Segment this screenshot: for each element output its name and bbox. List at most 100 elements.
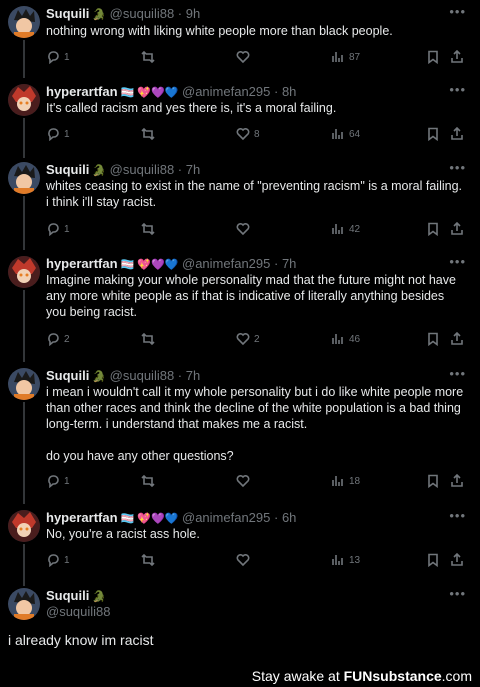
bookmark-button[interactable] (426, 474, 440, 488)
tweet-actions: 1 87 (46, 50, 466, 66)
views-icon (332, 334, 343, 344)
like-button[interactable] (236, 222, 254, 236)
views-icon (332, 476, 343, 486)
like-button[interactable]: 2 (236, 332, 260, 346)
like-button[interactable] (236, 474, 254, 488)
thread-line (23, 40, 25, 78)
badge: 🏳️‍⚧️ 💖💜💙 (120, 513, 179, 525)
timestamp[interactable]: 9h (186, 6, 200, 21)
views-button[interactable]: 87 (331, 50, 360, 64)
avatar[interactable] (8, 162, 40, 194)
display-name[interactable]: Suquili (46, 162, 89, 177)
watermark-brand: FUNsubstance (343, 668, 442, 684)
more-icon[interactable]: ••• (449, 4, 466, 19)
retweet-button[interactable] (141, 127, 159, 141)
display-name[interactable]: Suquili (46, 368, 89, 383)
view-count: 64 (349, 128, 361, 140)
share-button[interactable] (450, 222, 464, 236)
reply-button[interactable]: 2 (46, 332, 70, 346)
handle[interactable]: @suquili88 (110, 6, 175, 21)
more-icon[interactable]: ••• (449, 254, 466, 269)
bookmark-button[interactable] (426, 50, 440, 64)
avatar[interactable] (8, 84, 40, 116)
share-button[interactable] (450, 474, 464, 488)
reply-button[interactable]: 1 (46, 50, 70, 64)
bookmark-icon (428, 474, 438, 488)
heart-icon (236, 475, 250, 488)
like-button[interactable]: 8 (236, 127, 260, 141)
handle[interactable]: @suquili88 (110, 368, 175, 383)
timestamp[interactable]: 8h (282, 84, 296, 99)
view-count: 42 (349, 223, 361, 235)
badge: 🐊 (92, 371, 107, 383)
display-name[interactable]: hyperartfan (46, 84, 118, 99)
avatar[interactable] (8, 368, 40, 400)
tweet-actions: 1 8 64 (46, 127, 466, 143)
retweet-button[interactable] (141, 332, 159, 346)
views-button[interactable]: 42 (331, 222, 360, 236)
display-name[interactable]: Suquili 🐊 (46, 588, 106, 603)
retweet-button[interactable] (141, 474, 159, 488)
heart-icon (236, 51, 250, 64)
handle[interactable]: @animefan295 (182, 510, 270, 525)
avatar-image (8, 588, 40, 620)
bookmark-icon (428, 553, 438, 567)
views-button[interactable]: 18 (331, 474, 360, 488)
reply-button[interactable]: 1 (46, 127, 70, 141)
like-button[interactable] (236, 553, 254, 567)
tweet[interactable]: Suquili 🐊 @suquili88 · 9h ••• nothing wro… (0, 0, 480, 78)
views-icon (332, 52, 343, 62)
retweet-button[interactable] (141, 222, 159, 236)
share-button[interactable] (450, 332, 464, 346)
timestamp[interactable]: 7h (282, 256, 296, 271)
more-icon[interactable]: ••• (449, 508, 466, 523)
display-name[interactable]: hyperartfan (46, 510, 118, 525)
handle[interactable]: @animefan295 (182, 84, 270, 99)
timestamp[interactable]: 6h (282, 510, 296, 525)
more-icon[interactable]: ••• (449, 160, 466, 175)
tweet[interactable]: hyperartfan 🏳️‍⚧️ 💖💜💙 @animefan295 · 6h •… (0, 506, 480, 586)
tweet-header: Suquili 🐊 @suquili88 · 7h (46, 368, 201, 383)
more-icon[interactable]: ••• (449, 82, 466, 97)
tweet[interactable]: hyperartfan 🏳️‍⚧️ 💖💜💙 @animefan295 · 8h •… (0, 80, 480, 158)
view-count: 46 (349, 333, 361, 345)
handle[interactable]: @suquili88 (110, 162, 175, 177)
display-name[interactable]: hyperartfan (46, 256, 118, 271)
views-button[interactable]: 13 (331, 553, 360, 567)
retweet-icon (141, 332, 155, 346)
avatar[interactable] (8, 588, 40, 620)
views-button[interactable]: 64 (331, 127, 360, 141)
bookmark-button[interactable] (426, 553, 440, 567)
views-button[interactable]: 46 (331, 332, 360, 346)
more-icon[interactable]: ••• (449, 366, 466, 381)
retweet-button[interactable] (141, 553, 159, 567)
avatar[interactable] (8, 510, 40, 542)
handle[interactable]: @suquili88 (46, 604, 111, 619)
tweet[interactable]: Suquili 🐊 @suquili88 · 7h ••• i mean i wo… (0, 364, 480, 504)
reply-count: 2 (64, 333, 70, 345)
share-button[interactable] (450, 127, 464, 141)
avatar[interactable] (8, 6, 40, 38)
like-button[interactable] (236, 50, 254, 64)
timestamp[interactable]: 7h (186, 162, 200, 177)
share-button[interactable] (450, 50, 464, 64)
bookmark-button[interactable] (426, 332, 440, 346)
tweet-text: nothing wrong with liking white people m… (46, 24, 393, 38)
watermark-prefix: Stay awake at (251, 668, 344, 684)
display-name[interactable]: Suquili (46, 6, 89, 21)
tweet[interactable]: hyperartfan 🏳️‍⚧️ 💖💜💙 @animefan295 · 7h •… (0, 252, 480, 362)
bookmark-button[interactable] (426, 222, 440, 236)
reply-button[interactable]: 1 (46, 222, 70, 236)
reply-button[interactable]: 1 (46, 474, 70, 488)
share-button[interactable] (450, 553, 464, 567)
timestamp[interactable]: 7h (186, 368, 200, 383)
retweet-button[interactable] (141, 50, 159, 64)
avatar[interactable] (8, 256, 40, 288)
handle[interactable]: @animefan295 (182, 256, 270, 271)
reply-icon (48, 554, 59, 567)
more-icon[interactable]: ••• (449, 586, 466, 601)
badge: 🐊 (92, 9, 107, 21)
bookmark-button[interactable] (426, 127, 440, 141)
reply-button[interactable]: 1 (46, 553, 70, 567)
tweet[interactable]: Suquili 🐊 @suquili88 · 7h ••• whites ceas… (0, 158, 480, 250)
